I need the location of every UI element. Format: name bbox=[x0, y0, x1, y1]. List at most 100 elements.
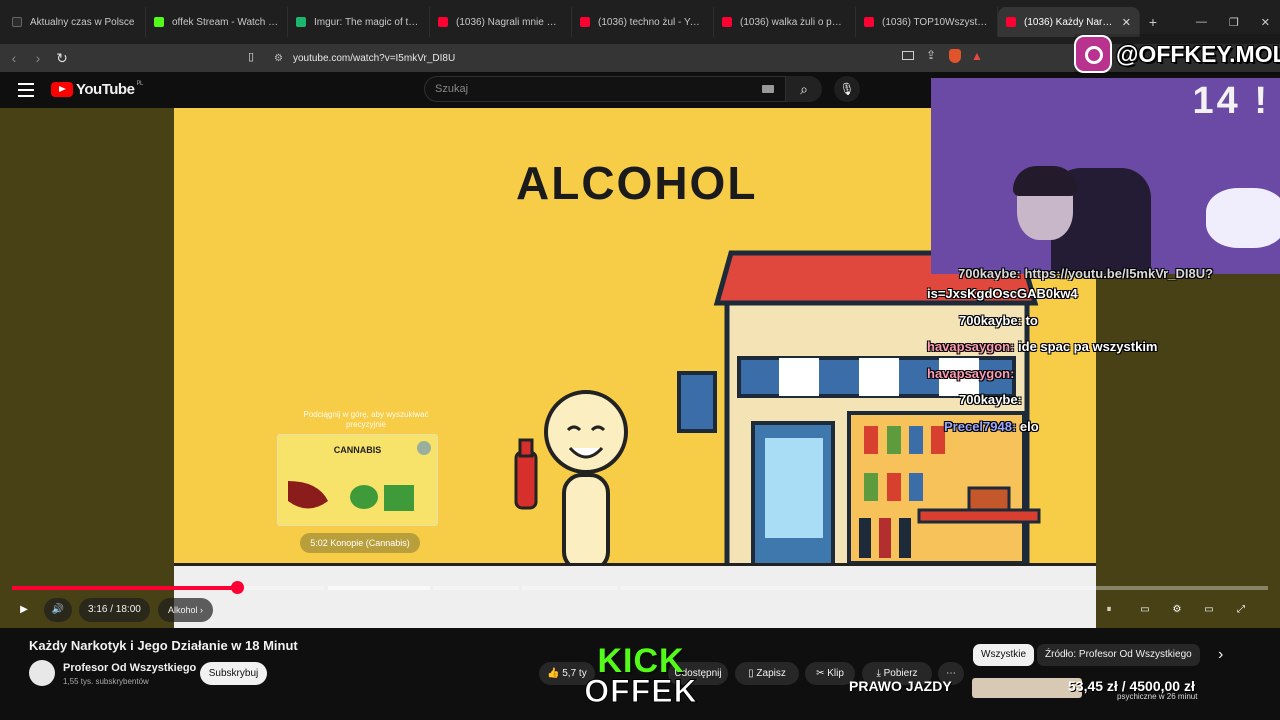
chevron-right-icon: › bbox=[200, 605, 204, 615]
thumbs-up-icon: 👍 bbox=[547, 668, 560, 679]
browser-tab[interactable]: (1036) Nagrali mnie w sklepie bbox=[430, 7, 572, 37]
chat-message: havapsaygon: ide spac pa wszystkim bbox=[927, 339, 1158, 354]
chat-message: 700kaybe: bbox=[959, 392, 1022, 407]
chapter-preview-label: 5:02 Konopie (Cannabis) bbox=[300, 533, 420, 553]
theater-mode-button[interactable]: ▭ bbox=[1196, 598, 1222, 622]
video-details: Każdy Narkotyk i Jego Działanie w 18 Min… bbox=[0, 628, 1280, 720]
youtube-favicon bbox=[1006, 17, 1016, 27]
kick-favicon bbox=[154, 17, 164, 27]
channel-name[interactable]: Profesor Od Wszystkiego bbox=[63, 662, 196, 674]
youtube-favicon bbox=[438, 17, 448, 27]
subtitles-icon: ▭ bbox=[1140, 604, 1150, 615]
close-window-icon[interactable]: ✕ bbox=[1261, 16, 1270, 29]
browser-tab[interactable]: Aktualny czas w Polsce bbox=[4, 7, 146, 37]
emote-strip bbox=[972, 678, 1082, 698]
cannabis-thumb-art bbox=[288, 481, 414, 511]
browser-tab[interactable]: offek Stream - Watch Live on K bbox=[146, 7, 288, 37]
search-icon: ⌕ bbox=[800, 81, 808, 97]
filter-chip-source[interactable]: Źródło: Profesor Od Wszystkiego bbox=[1037, 644, 1200, 666]
theater-icon: ▭ bbox=[1204, 604, 1214, 615]
microphone-icon: 🎙 bbox=[839, 82, 855, 96]
pause-icon: ⏸ bbox=[1106, 604, 1112, 615]
subtitles-button[interactable]: ▭ bbox=[1132, 598, 1158, 622]
new-tab-icon[interactable]: + bbox=[1140, 14, 1166, 30]
seek-hint: Podciągnij w górę, aby wyszukiwać precyz… bbox=[303, 410, 429, 429]
instagram-icon bbox=[1074, 35, 1112, 73]
chapter-chip[interactable]: Alkohol › bbox=[158, 598, 214, 622]
leaf-icon bbox=[417, 441, 431, 455]
webcam-overlay: 14 ! bbox=[931, 78, 1280, 274]
kick-logo-overlay: KICK OFFEK bbox=[584, 642, 698, 709]
browser-tab[interactable]: (1036) techno żul - YouTube bbox=[572, 7, 714, 37]
volume-button[interactable]: 🔊 bbox=[44, 598, 72, 622]
chat-message: 700kaybe: to bbox=[959, 313, 1038, 328]
forward-icon[interactable]: › bbox=[28, 50, 48, 66]
pause-mini-button[interactable]: ⏸ bbox=[1098, 598, 1120, 622]
menu-icon[interactable] bbox=[18, 83, 34, 97]
url-field[interactable]: ⚙ youtube.com/watch?v=I5mkVr_DI8U bbox=[244, 47, 996, 69]
chat-message: 700kaybe: https://youtu.be/I5mkVr_DI8U? bbox=[958, 266, 1214, 281]
cast-icon[interactable] bbox=[902, 51, 914, 60]
progress-played bbox=[12, 586, 238, 590]
youtube-logo[interactable]: YouTube PL bbox=[51, 81, 143, 98]
youtube-favicon bbox=[580, 17, 590, 27]
donation-goal-title: PRAWO JAZDY bbox=[849, 678, 952, 694]
search-input[interactable]: Szukaj bbox=[424, 76, 786, 102]
search-button[interactable]: ⌕ bbox=[786, 76, 822, 102]
webcam-lamp bbox=[1206, 188, 1280, 248]
site-info-icon[interactable]: ⚙ bbox=[274, 53, 283, 64]
back-icon[interactable]: ‹ bbox=[4, 50, 24, 66]
progress-bar[interactable] bbox=[12, 581, 1268, 594]
save-button[interactable]: ▯ Zapisz bbox=[735, 662, 799, 685]
share-icon[interactable]: ⇪ bbox=[926, 48, 936, 62]
voice-search-button[interactable]: 🎙 bbox=[834, 76, 860, 102]
streamer-hair bbox=[1013, 166, 1077, 196]
subscriber-count: 1,55 tys. subskrybentów bbox=[63, 677, 149, 686]
tab-favicon bbox=[12, 17, 22, 27]
browser-tab[interactable]: (1036) TOP10Wszystkiego - Yo bbox=[856, 7, 998, 37]
chapter-segment[interactable] bbox=[621, 586, 1268, 590]
filter-chip-all[interactable]: Wszystkie bbox=[973, 644, 1034, 666]
goal-subtext: psychiczne w 26 minut bbox=[1117, 692, 1198, 701]
bookmark-icon: ▯ bbox=[748, 668, 754, 679]
chat-message: havapsaygon: bbox=[927, 366, 1015, 381]
keyboard-icon[interactable] bbox=[762, 85, 774, 93]
brave-shield-icon[interactable] bbox=[949, 49, 961, 63]
gear-icon: ⚙ bbox=[1172, 604, 1182, 615]
volume-icon: 🔊 bbox=[51, 604, 65, 615]
rewards-icon[interactable]: ▲ bbox=[971, 49, 983, 63]
minimize-icon[interactable]: — bbox=[1196, 16, 1207, 29]
chapter-segment[interactable] bbox=[328, 586, 430, 590]
channel-avatar[interactable] bbox=[29, 660, 55, 686]
chat-message: is=JxsKgdOscGAB0kw4 bbox=[927, 286, 1078, 301]
imgur-favicon bbox=[296, 17, 306, 27]
close-tab-icon[interactable]: ✕ bbox=[1122, 16, 1131, 29]
fullscreen-icon: ⤢ bbox=[1237, 604, 1245, 615]
progress-scrubber[interactable] bbox=[231, 581, 244, 594]
chapter-segment[interactable] bbox=[433, 586, 519, 590]
youtube-play-logo-icon bbox=[51, 82, 73, 97]
video-title: Każdy Narkotyk i Jego Działanie w 18 Min… bbox=[29, 638, 298, 653]
settings-button[interactable]: ⚙ bbox=[1164, 598, 1190, 622]
clip-button[interactable]: ✂ Klip bbox=[805, 662, 855, 685]
chapter-segment[interactable] bbox=[522, 586, 618, 590]
screen: { "browser": { "tabs": [ {"title": "Aktu… bbox=[0, 0, 1280, 720]
browser-tab-active[interactable]: (1036) Każdy Narkotyk i Je✕ bbox=[998, 7, 1140, 37]
ambient-glow-left bbox=[0, 108, 174, 628]
browser-tab[interactable]: Imgur: The magic of the Interne bbox=[288, 7, 430, 37]
chat-message: Precel7948: elo bbox=[944, 419, 1039, 434]
fullscreen-button[interactable]: ⤢ bbox=[1228, 598, 1254, 622]
time-display: 3:16 / 18:00 bbox=[79, 598, 150, 622]
reload-icon[interactable]: ↻ bbox=[52, 50, 72, 67]
chevron-right-icon[interactable]: › bbox=[1218, 646, 1223, 664]
play-icon: ▶ bbox=[20, 604, 28, 615]
play-button[interactable]: ▶ bbox=[10, 598, 38, 622]
scene-title: ALCOHOL bbox=[516, 157, 758, 209]
instagram-handle-overlay: @OFFKEY.MOLLY bbox=[1074, 34, 1280, 74]
browser-tab[interactable]: (1036) walka żuli o puszki - Yo bbox=[714, 7, 856, 37]
window-controls: — ❐ ✕ bbox=[1196, 16, 1270, 29]
scissors-icon: ✂ bbox=[816, 668, 825, 679]
maximize-icon[interactable]: ❐ bbox=[1229, 16, 1239, 29]
subscribe-button[interactable]: Subskrybuj bbox=[200, 662, 267, 685]
stream-counter: 14 ! bbox=[1192, 80, 1270, 122]
